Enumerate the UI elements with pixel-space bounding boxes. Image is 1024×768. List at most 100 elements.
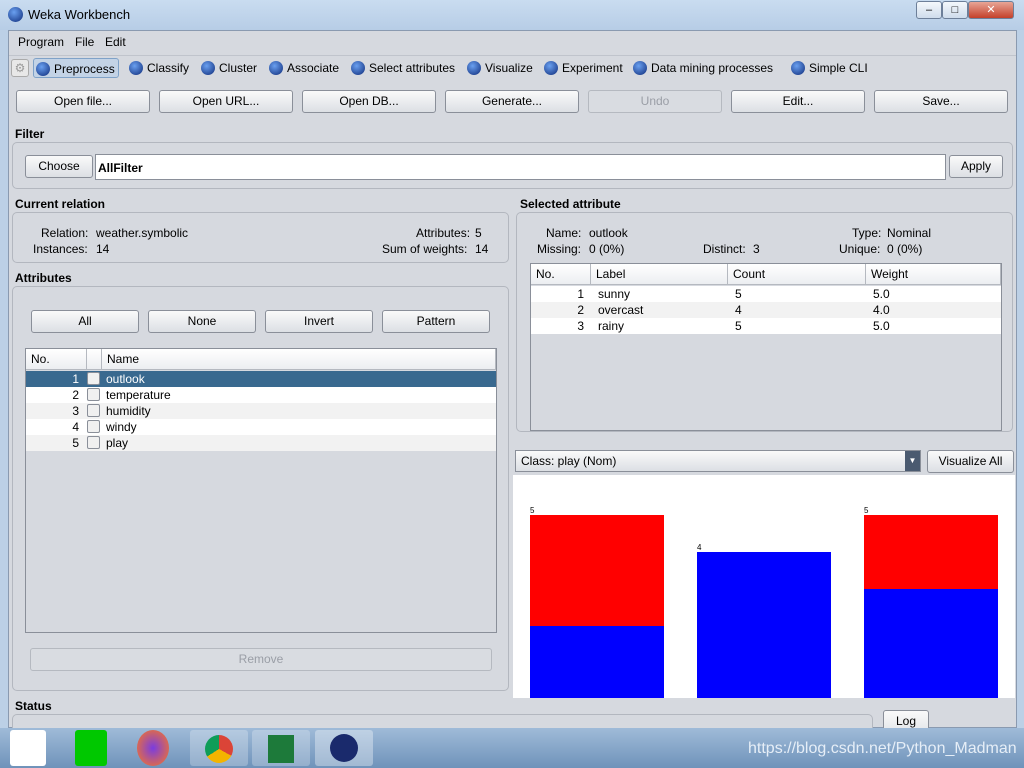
window-title: Weka Workbench [28, 7, 131, 22]
weka-bird-icon [791, 61, 805, 75]
tab-label: Visualize [485, 61, 533, 75]
attr-checkbox[interactable] [87, 420, 100, 433]
tab-preprocess[interactable]: Preprocess [33, 58, 119, 78]
menu-edit[interactable]: Edit [105, 35, 126, 49]
label-count: 4 [735, 303, 742, 317]
attributes-key: Attributes: [416, 226, 471, 240]
instances-key: Instances: [33, 242, 88, 256]
maximize-button[interactable]: □ [942, 1, 968, 19]
menu-file[interactable]: File [75, 35, 94, 49]
attribute-row[interactable]: 1 outlook [26, 371, 496, 387]
tab-label: Simple CLI [809, 61, 868, 75]
col-count[interactable]: Count [728, 264, 866, 285]
weka-bird-icon [269, 61, 283, 75]
title-bar: Weka Workbench – □ ✕ [0, 0, 1024, 30]
attr-name: play [106, 436, 129, 450]
selected-attribute-label: Selected attribute [520, 197, 621, 211]
tab-data-mining-processes[interactable]: Data mining processes [631, 58, 776, 78]
tab-experiment[interactable]: Experiment [542, 58, 626, 78]
attribute-row[interactable]: 2 temperature [26, 387, 496, 403]
tab-bar: ⚙ Preprocess Classify Cluster Associate Sele… [9, 55, 1016, 79]
unique-key: Unique: [839, 242, 881, 256]
weka-taskbar-icon[interactable] [315, 730, 373, 766]
class-distribution-chart: 5 4 5 [513, 475, 1015, 698]
chrome-icon[interactable] [190, 730, 248, 766]
bar-sunny-segment-0 [530, 626, 664, 698]
choose-button[interactable]: Choose [25, 155, 93, 178]
undo-button[interactable]: Undo [588, 90, 722, 113]
menu-program[interactable]: Program [18, 35, 64, 49]
firefox-icon[interactable] [137, 730, 169, 766]
class-select-value: Class: play (Nom) [521, 454, 617, 468]
attr-name: windy [106, 420, 137, 434]
tab-associate[interactable]: Associate [267, 58, 342, 78]
close-button[interactable]: ✕ [968, 1, 1014, 19]
pattern-button[interactable]: Pattern [382, 310, 490, 333]
filter-field[interactable]: AllFilter [95, 154, 946, 180]
tab-label: Experiment [562, 61, 623, 75]
label-row[interactable]: 3 rainy 5 5.0 [531, 318, 1001, 334]
weka-bird-icon [201, 61, 215, 75]
weka-bird-icon [467, 61, 481, 75]
baidu-netdisk-icon[interactable] [10, 730, 46, 766]
all-button[interactable]: All [31, 310, 139, 333]
col-no[interactable]: No. [26, 349, 87, 370]
attr-no: 2 [72, 388, 79, 402]
tab-label: Associate [287, 61, 340, 75]
tab-select-attributes[interactable]: Select attributes [349, 58, 458, 78]
tab-cluster[interactable]: Cluster [199, 58, 260, 78]
apply-button[interactable]: Apply [949, 155, 1003, 178]
current-relation-label: Current relation [15, 197, 106, 211]
taskbar: https://blog.csdn.net/Python_Madman [0, 728, 1024, 768]
selected-attribute-panel: Name: outlook Type: Nominal Missing: 0 (… [516, 212, 1013, 432]
attributes-label: Attributes [15, 271, 72, 285]
label-row[interactable]: 2 overcast 4 4.0 [531, 302, 1001, 318]
attr-checkbox[interactable] [87, 436, 100, 449]
settings-gear-icon[interactable]: ⚙ [11, 59, 29, 77]
current-relation-panel: Relation: weather.symbolic Instances: 14… [12, 212, 509, 263]
tab-label: Select attributes [369, 61, 456, 75]
attr-checkbox[interactable] [87, 388, 100, 401]
minimize-button[interactable]: – [916, 1, 942, 19]
none-button[interactable]: None [148, 310, 256, 333]
edit-button[interactable]: Edit... [731, 90, 865, 113]
missing-key: Missing: [537, 242, 582, 256]
col-label[interactable]: Label [591, 264, 728, 285]
generate-button[interactable]: Generate... [445, 90, 579, 113]
col-name[interactable]: Name [102, 349, 496, 370]
col-no[interactable]: No. [531, 264, 591, 285]
open-url-button[interactable]: Open URL... [159, 90, 293, 113]
app-window: Program File Edit ⚙ Preprocess Classify Cl… [8, 30, 1017, 740]
attribute-row[interactable]: 3 humidity [26, 403, 496, 419]
col-weight[interactable]: Weight [866, 264, 1001, 285]
save-button[interactable]: Save... [874, 90, 1008, 113]
type-value: Nominal [887, 226, 932, 240]
attributes-table: No. Name 1 outlook 2 temperature 3 humidity 4 w… [25, 348, 497, 633]
open-db-button[interactable]: Open DB... [302, 90, 436, 113]
label-name: rainy [598, 319, 625, 333]
filter-label: Filter [15, 127, 45, 141]
excel-icon[interactable] [252, 730, 310, 766]
weights-value: 14 [475, 242, 489, 256]
attr-checkbox[interactable] [87, 372, 100, 385]
tab-visualize[interactable]: Visualize [465, 58, 536, 78]
visualize-all-button[interactable]: Visualize All [927, 450, 1014, 473]
tab-simple-cli[interactable]: Simple CLI [789, 58, 871, 78]
labels-table: No. Label Count Weight 1 sunny 5 5.0 2 overca… [530, 263, 1002, 431]
attribute-row[interactable]: 5 play [26, 435, 496, 451]
open-file-button[interactable]: Open file... [16, 90, 150, 113]
label-no: 1 [577, 287, 584, 301]
status-label: Status [15, 699, 52, 713]
label-name: sunny [598, 287, 631, 301]
invert-button[interactable]: Invert [265, 310, 373, 333]
col-check [87, 349, 102, 370]
iqiyi-icon[interactable] [75, 730, 107, 766]
remove-button[interactable]: Remove [30, 648, 492, 671]
attr-checkbox[interactable] [87, 404, 100, 417]
class-select[interactable]: Class: play (Nom) ▼ [515, 450, 921, 472]
weka-bird-icon [36, 62, 50, 76]
tab-classify[interactable]: Classify [127, 58, 192, 78]
attribute-row[interactable]: 4 windy [26, 419, 496, 435]
label-row[interactable]: 1 sunny 5 5.0 [531, 286, 1001, 302]
watermark-url: https://blog.csdn.net/Python_Madman [748, 740, 1017, 757]
